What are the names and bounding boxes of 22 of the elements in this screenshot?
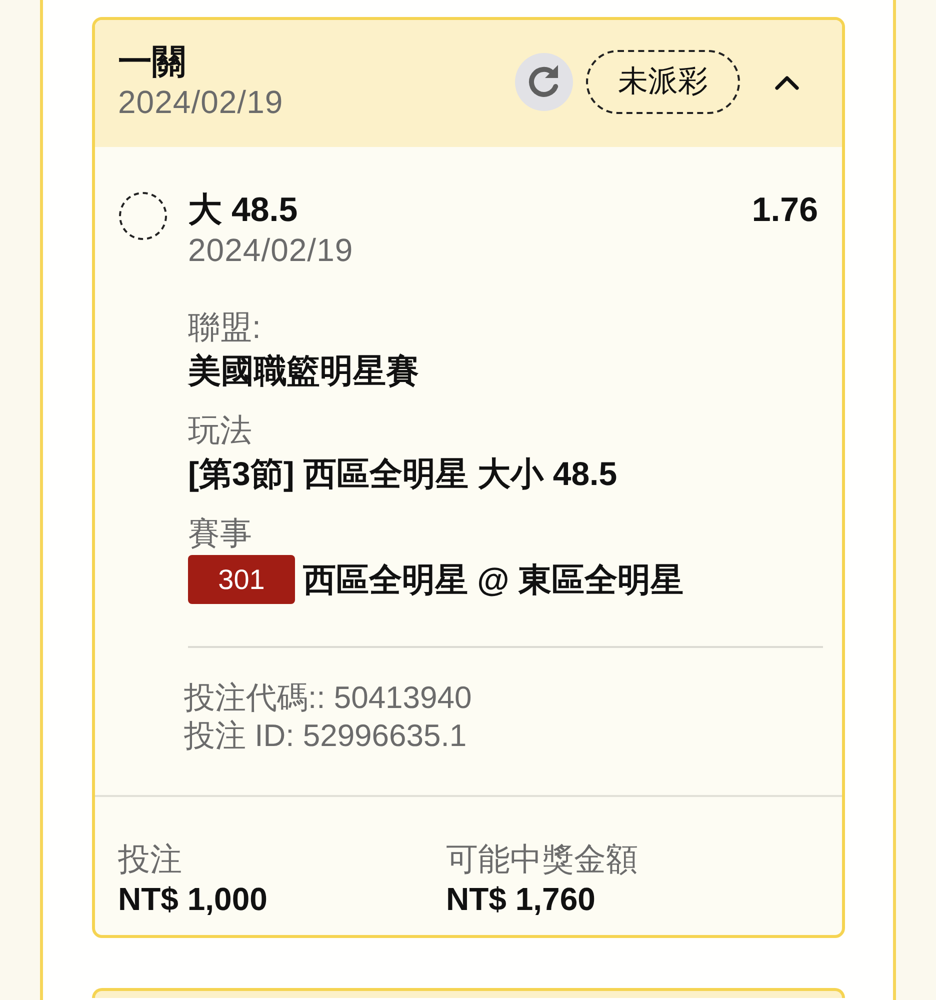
bet-reference: 投注代碼:: 50413940	[184, 679, 473, 717]
total-label: 投注	[118, 840, 183, 879]
refresh-icon[interactable]	[515, 53, 573, 111]
total-amount: NT$ 1,000	[118, 880, 268, 919]
selection-date: 2024/02/19	[188, 231, 354, 270]
bet-type-title: 一關	[118, 42, 187, 82]
pending-circle-icon	[118, 191, 168, 241]
match-number-badge: 301	[188, 555, 295, 604]
detail-label: 聯盟:	[188, 308, 262, 347]
chevron-up-icon[interactable]	[774, 74, 800, 90]
selection-name: 大 48.5	[188, 190, 298, 230]
bet-reference: 投注 ID: 52996635.1	[184, 717, 468, 755]
total-amount: NT$ 1,760	[446, 880, 596, 919]
detail-label: 玩法	[188, 411, 253, 450]
detail-label: 賽事	[188, 514, 253, 553]
odds-value: 1.76	[752, 190, 818, 230]
detail-value: 美國職籃明星賽	[188, 351, 420, 391]
match-teams: 西區全明星 @ 東區全明星	[303, 560, 684, 600]
status-badge: 未派彩	[586, 50, 740, 114]
detail-value: [第3節] 西區全明星 大小 48.5	[188, 454, 618, 494]
total-label: 可能中獎金額	[446, 840, 639, 879]
bet-date: 2024/02/19	[118, 83, 284, 122]
